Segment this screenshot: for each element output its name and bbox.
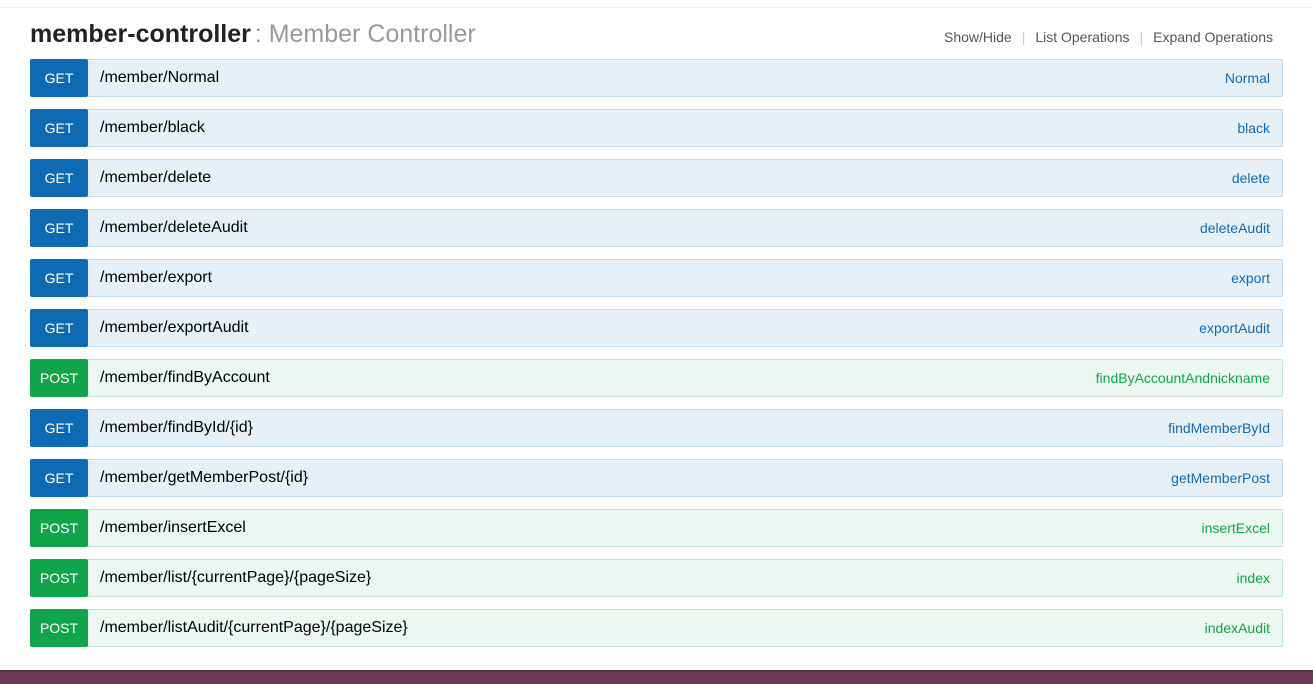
link-expand-operations[interactable]: Expand Operations [1143, 29, 1283, 45]
http-method-badge[interactable]: GET [30, 159, 88, 197]
http-method-badge[interactable]: GET [30, 309, 88, 347]
operation-row[interactable]: GET/member/exportAudit exportAudit [30, 309, 1283, 347]
operation-path: /member/delete [100, 169, 211, 187]
operation-path: /member/findById/{id} [100, 419, 253, 437]
operation-row[interactable]: GET/member/export export [30, 259, 1283, 297]
controller-desc: Member Controller [269, 20, 476, 48]
operation-row[interactable]: POST/member/list/{currentPage}/{pageSize… [30, 559, 1283, 597]
http-method-badge[interactable]: GET [30, 209, 88, 247]
operation-path: /member/black [100, 119, 205, 137]
operation-row[interactable]: POST/member/findByAccount findByAccountAn… [30, 359, 1283, 397]
operation-summary: delete [1232, 170, 1270, 186]
operation-row[interactable]: GET/member/delete delete [30, 159, 1283, 197]
http-method-badge[interactable]: GET [30, 259, 88, 297]
http-method-badge[interactable]: GET [30, 109, 88, 147]
operation-summary: export [1231, 270, 1270, 286]
operation-row[interactable]: GET/member/getMemberPost/{id} getMemberPo… [30, 459, 1283, 497]
http-method-badge[interactable]: GET [30, 59, 88, 97]
link-show-hide[interactable]: Show/Hide [934, 29, 1022, 45]
operation-summary: findMemberById [1168, 420, 1270, 436]
link-list-operations[interactable]: List Operations [1025, 29, 1139, 45]
operation-path-summary[interactable]: /member/deleteAudit deleteAudit [88, 209, 1283, 247]
operation-summary: Normal [1225, 70, 1270, 86]
operation-path: /member/listAudit/{currentPage}/{pageSiz… [100, 619, 408, 637]
controller-links: Show/Hide | List Operations | Expand Ope… [934, 29, 1283, 45]
operation-row[interactable]: GET/member/findById/{id} findMemberById [30, 409, 1283, 447]
operation-path: /member/insertExcel [100, 519, 246, 537]
operation-path: /member/exportAudit [100, 319, 249, 337]
operation-path: /member/getMemberPost/{id} [100, 469, 308, 487]
operation-path-summary[interactable]: /member/export export [88, 259, 1283, 297]
operations-list: GET/member/Normal Normal GET/member/black b… [30, 59, 1283, 647]
operation-summary: insertExcel [1202, 520, 1270, 536]
operation-path-summary[interactable]: /member/findById/{id} findMemberById [88, 409, 1283, 447]
controller-name: member-controller [30, 20, 251, 48]
footer-bar [0, 670, 1313, 684]
http-method-badge[interactable]: POST [30, 509, 88, 547]
operation-summary: index [1237, 570, 1270, 586]
operation-row[interactable]: GET/member/black black [30, 109, 1283, 147]
operation-path-summary[interactable]: /member/black black [88, 109, 1283, 147]
operation-summary: findByAccountAndnickname [1096, 370, 1270, 386]
operation-row[interactable]: GET/member/deleteAudit deleteAudit [30, 209, 1283, 247]
operation-path-summary[interactable]: /member/Normal Normal [88, 59, 1283, 97]
operation-summary: indexAudit [1205, 620, 1270, 636]
http-method-badge[interactable]: POST [30, 609, 88, 647]
controller-desc-sep: : [255, 20, 269, 48]
http-method-badge[interactable]: POST [30, 359, 88, 397]
http-method-badge[interactable]: POST [30, 559, 88, 597]
operation-path: /member/export [100, 269, 212, 287]
controller-title-group[interactable]: member-controller : Member Controller [30, 20, 476, 49]
operation-summary: exportAudit [1199, 320, 1270, 336]
operation-path-summary[interactable]: /member/list/{currentPage}/{pageSize} ind… [88, 559, 1283, 597]
operation-path-summary[interactable]: /member/exportAudit exportAudit [88, 309, 1283, 347]
operation-row[interactable]: POST/member/listAudit/{currentPage}/{pag… [30, 609, 1283, 647]
operation-row[interactable]: POST/member/insertExcel insertExcel [30, 509, 1283, 547]
operation-summary: getMemberPost [1171, 470, 1270, 486]
operation-path-summary[interactable]: /member/getMemberPost/{id} getMemberPost [88, 459, 1283, 497]
operation-summary: black [1237, 120, 1270, 136]
operation-row[interactable]: GET/member/Normal Normal [30, 59, 1283, 97]
operation-path: /member/deleteAudit [100, 219, 248, 237]
controller-header: member-controller : Member Controller Sh… [30, 16, 1283, 55]
http-method-badge[interactable]: GET [30, 459, 88, 497]
http-method-badge[interactable]: GET [30, 409, 88, 447]
operation-summary: deleteAudit [1200, 220, 1270, 236]
operation-path: /member/Normal [100, 69, 219, 87]
operation-path-summary[interactable]: /member/listAudit/{currentPage}/{pageSiz… [88, 609, 1283, 647]
operation-path: /member/list/{currentPage}/{pageSize} [100, 569, 371, 587]
operation-path-summary[interactable]: /member/insertExcel insertExcel [88, 509, 1283, 547]
operation-path-summary[interactable]: /member/findByAccount findByAccountAndnic… [88, 359, 1283, 397]
operation-path-summary[interactable]: /member/delete delete [88, 159, 1283, 197]
operation-path: /member/findByAccount [100, 369, 270, 387]
